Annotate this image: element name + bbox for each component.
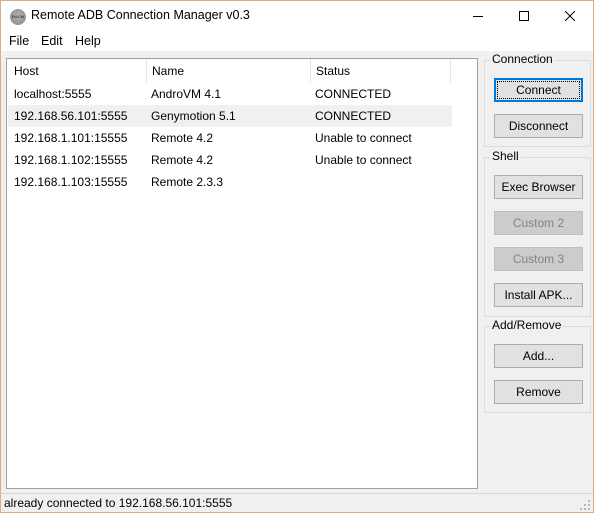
cell-name: Remote 4.2	[151, 153, 214, 167]
shell-group-label: Shell	[490, 149, 521, 163]
list-header: Host Name Status	[7, 59, 477, 83]
column-header-status[interactable]: Status	[309, 59, 450, 83]
cell-host: 192.168.1.103:15555	[14, 175, 128, 189]
close-button[interactable]	[547, 1, 593, 31]
cell-host: 192.168.56.101:5555	[14, 109, 128, 123]
column-header-host[interactable]: Host	[7, 59, 146, 83]
cell-name: Remote 2.3.3	[151, 175, 224, 189]
cell-status: CONNECTED	[315, 109, 392, 123]
add-remove-group-label: Add/Remove	[490, 318, 564, 332]
main-window: RACM Remote ADB Connection Manager v0.3 …	[0, 0, 594, 513]
install-apk-button[interactable]: Install APK...	[494, 283, 583, 307]
cell-name: Remote 4.2	[151, 131, 214, 145]
menu-file[interactable]: File	[9, 34, 29, 48]
status-bar: already connected to 192.168.56.101:5555	[1, 493, 593, 512]
custom-3-button[interactable]: Custom 3	[494, 247, 583, 271]
table-row[interactable]: 192.168.1.102:15555 Remote 4.2 Unable to c…	[8, 149, 452, 171]
table-row[interactable]: localhost:5555 AndroVM 4.1 CONNECTED	[8, 83, 452, 105]
menu-bar: File Edit Help	[1, 31, 593, 51]
connect-button[interactable]: Connect	[494, 78, 583, 102]
resize-grip-icon[interactable]	[580, 500, 590, 510]
minimize-button[interactable]	[455, 1, 501, 31]
column-separator[interactable]	[450, 59, 451, 83]
cell-host: 192.168.1.102:15555	[14, 153, 128, 167]
table-row[interactable]: 192.168.1.103:15555 Remote 2.3.3	[8, 171, 452, 193]
window-title: Remote ADB Connection Manager v0.3	[31, 8, 250, 22]
cell-status: Unable to connect	[315, 131, 412, 145]
device-list[interactable]: Host Name Status localhost:5555 AndroVM 4…	[6, 58, 478, 489]
column-header-name[interactable]: Name	[145, 59, 310, 83]
table-row[interactable]: 192.168.56.101:5555 Genymotion 5.1 CONNECT…	[8, 105, 452, 127]
maximize-icon	[519, 11, 529, 21]
app-icon: RACM	[10, 9, 26, 25]
exec-browser-button[interactable]: Exec Browser	[494, 175, 583, 199]
add-button[interactable]: Add...	[494, 344, 583, 368]
menu-edit[interactable]: Edit	[41, 34, 63, 48]
cell-status: Unable to connect	[315, 153, 412, 167]
minimize-icon	[473, 16, 483, 17]
cell-host: 192.168.1.101:15555	[14, 131, 128, 145]
connection-group-label: Connection	[490, 52, 555, 66]
cell-status: CONNECTED	[315, 87, 392, 101]
menu-help[interactable]: Help	[75, 34, 101, 48]
cell-name: AndroVM 4.1	[151, 87, 222, 101]
disconnect-button[interactable]: Disconnect	[494, 114, 583, 138]
title-bar[interactable]: RACM Remote ADB Connection Manager v0.3	[1, 1, 593, 31]
maximize-button[interactable]	[501, 1, 547, 31]
cell-name: Genymotion 5.1	[151, 109, 236, 123]
remove-button[interactable]: Remove	[494, 380, 583, 404]
close-icon	[565, 11, 575, 21]
status-text: already connected to 192.168.56.101:5555	[4, 496, 233, 510]
table-row[interactable]: 192.168.1.101:15555 Remote 4.2 Unable to c…	[8, 127, 452, 149]
custom-2-button[interactable]: Custom 2	[494, 211, 583, 235]
focus-rectangle	[497, 81, 580, 99]
cell-host: localhost:5555	[14, 87, 92, 101]
